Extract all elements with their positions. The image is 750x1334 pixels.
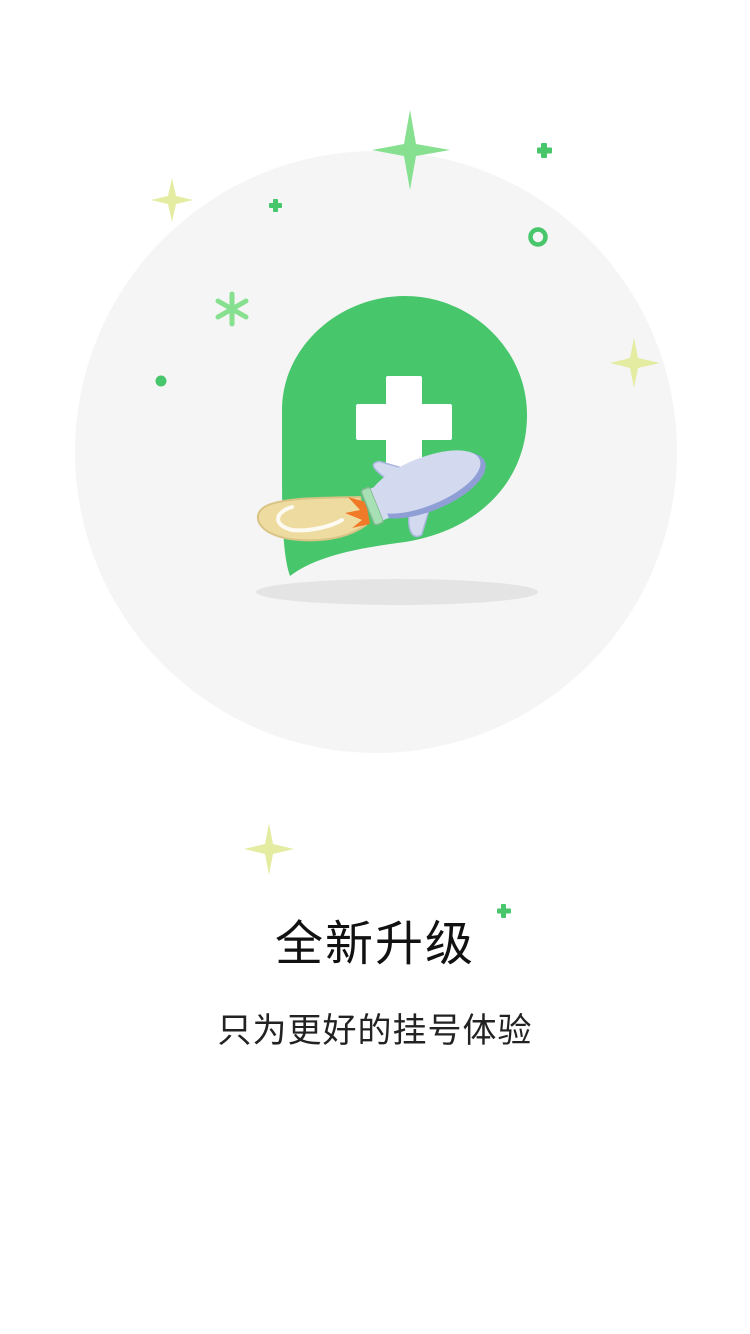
onboarding-screen: 全新升级 只为更好的挂号体验 [0, 0, 750, 1334]
shadow-ellipse [256, 579, 538, 605]
upgrade-illustration [75, 110, 677, 753]
rocket-trail [256, 495, 368, 542]
upgrade-title: 全新升级 [274, 916, 475, 972]
sparkle-dot [155, 375, 167, 387]
upgrade-subtitle: 只为更好的挂号体验 [217, 1011, 533, 1051]
sparkle-plus [537, 143, 552, 158]
sparkle-star [151, 178, 193, 222]
